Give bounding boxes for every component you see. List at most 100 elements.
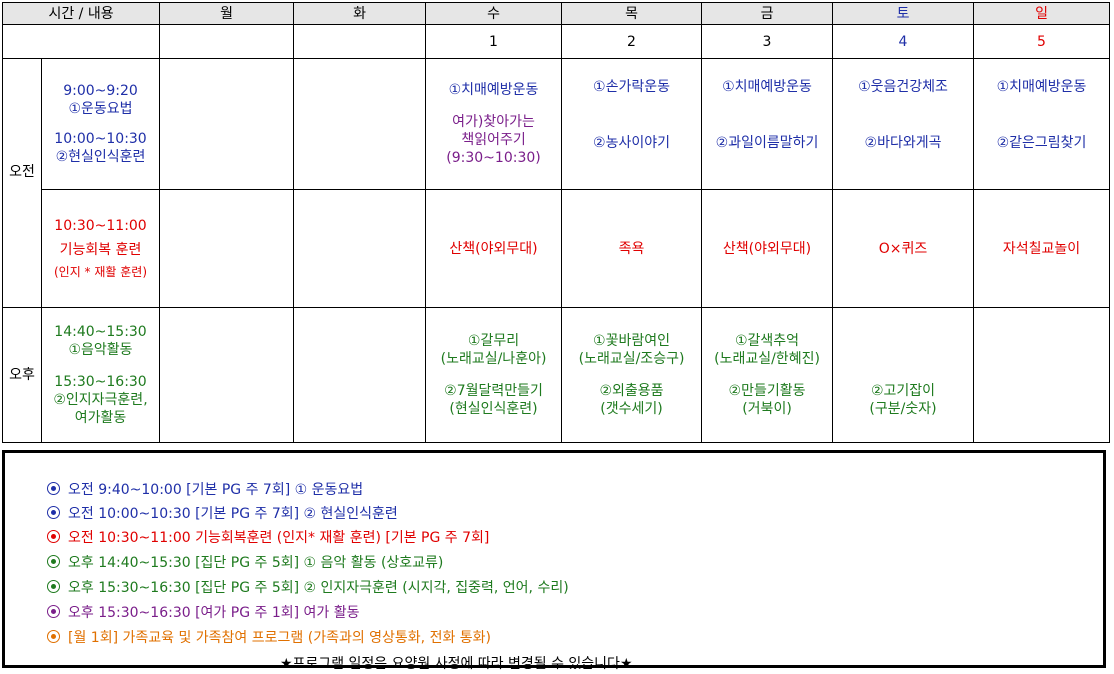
legend-item-3: 오전 10:30~11:00 기능회복훈련 (인지* 재활 훈련) [기본 PG… <box>47 527 489 547</box>
pm-fri-3: ②만들기활동 <box>728 383 806 399</box>
pm-wed: ①갈무리 (노래교실/나훈아) ②7월달력만들기 (현실인식훈련) <box>425 307 563 443</box>
am1-sun-1: ①치매예방운동 <box>996 79 1087 95</box>
pm-sat: ②고기잡이 (구분/숫자) <box>832 307 975 443</box>
pm-thu: ①꽃바람여인 (노래교실/조승구) ②외출용품 (갯수세기) <box>561 307 703 443</box>
period-am: 오전 <box>2 58 42 308</box>
am1-thu: ①손가락운동 ②농사이야기 <box>561 58 703 190</box>
am1-wed: ①치매예방운동 여가)찾아가는 책읽어주기 (9:30~10:30) <box>425 58 563 190</box>
am1-time: 9:00~9:20 ①운동요법 10:00~10:30 ②현실인식훈련 <box>40 58 161 190</box>
date-tue <box>293 24 427 59</box>
am2-time: 10:30~11:00 기능회복 훈련 (인지 * 재활 훈련) <box>40 189 161 308</box>
am2-sun: 자석칠교놀이 <box>973 189 1111 308</box>
am1-sun: ①치매예방운동 ②같은그림찾기 <box>973 58 1111 190</box>
pm-sat-1: ②고기잡이 <box>870 383 936 399</box>
legend-item-2: 오전 10:00~10:30 [기본 PG 주 7회] ② 현실인식훈련 <box>47 503 398 523</box>
legend-item-1-text: 오전 9:40~10:00 [기본 PG 주 7회] ① 운동요법 <box>68 482 364 498</box>
legend-item-5: 오후 15:30~16:30 [집단 PG 주 5회] ② 인지자극훈련 (시지… <box>47 577 569 597</box>
am2-time-2: 기능회복 훈련 <box>59 241 142 258</box>
pm-sat-2: (구분/숫자) <box>869 401 937 417</box>
date-wed: 1 <box>425 24 563 59</box>
bullet-icon <box>47 605 60 618</box>
am1-time-2: ①운동요법 <box>68 101 133 117</box>
day-sun: 일 <box>973 2 1111 25</box>
am1-tue <box>293 58 427 190</box>
day-mon: 월 <box>159 2 295 25</box>
day-thu: 목 <box>561 2 703 25</box>
time-content-header: 시간 / 내용 <box>1 2 161 25</box>
legend-item-6-text: 오후 15:30~16:30 [여가 PG 주 1회] 여가 활동 <box>68 605 360 621</box>
schedule-table: 시간 / 내용 월 화 수 목 금 토 일 1 2 3 4 5 오전 9:00~… <box>1 2 1111 443</box>
pm-thu-4: (갯수세기) <box>600 401 663 417</box>
legend-item-3-text: 오전 10:30~11:00 기능회복훈련 (인지* 재활 훈련) [기본 PG… <box>68 530 490 546</box>
pm-thu-1: ①꽃바람여인 <box>593 333 670 349</box>
am2-time-3: (인지 * 재활 훈련) <box>53 264 148 279</box>
bullet-icon <box>47 555 60 568</box>
pm-fri-2: (노래교실/한혜진) <box>714 351 820 367</box>
am2-fri: 산책(야외무대) <box>701 189 834 308</box>
day-tue: 화 <box>293 2 427 25</box>
am1-wed-1: ①치매예방운동 <box>448 82 539 98</box>
pm-time: 14:40~15:30 ①음악활동 15:30~16:30 ②인지자극훈련, 여… <box>40 307 161 443</box>
am1-fri-2: ②과일이름말하기 <box>715 135 819 151</box>
period-pm: 오후 <box>2 307 42 443</box>
pm-time-3: 15:30~16:30 <box>54 374 147 390</box>
am1-time-1: 9:00~9:20 <box>63 83 138 99</box>
am1-sat-1: ①웃음건강체조 <box>858 79 948 95</box>
pm-tue <box>293 307 427 443</box>
legend-item-7: [월 1회] 가족교육 및 가족참여 프로그램 (가족과의 영상통화, 전화 통… <box>47 627 491 647</box>
am2-mon <box>159 189 295 308</box>
schedule-change-note: ★프로그램 일정은 요양원 사정에 따라 변경될 수 있습니다★ <box>280 656 633 672</box>
date-mon <box>159 24 295 59</box>
am1-thu-1: ①손가락운동 <box>593 79 670 95</box>
pm-fri-1: ①갈색추억 <box>734 333 800 349</box>
am1-wed-4: (9:30~10:30) <box>446 150 541 166</box>
pm-wed-1: ①갈무리 <box>467 333 520 349</box>
day-fri: 금 <box>701 2 834 25</box>
bullet-icon <box>47 506 60 519</box>
legend-item-5-text: 오후 15:30~16:30 [집단 PG 주 5회] ② 인지자극훈련 (시지… <box>68 580 569 596</box>
date-row: 1 2 3 4 5 <box>1 24 1111 59</box>
am-row-1: 오전 9:00~9:20 ①운동요법 10:00~10:30 ②현실인식훈련 ①… <box>2 58 1111 308</box>
bullet-icon <box>47 530 60 543</box>
am1-time-3: 10:00~10:30 <box>54 131 147 147</box>
day-wed: 수 <box>425 2 563 25</box>
am1-wed-2: 여가)찾아가는 <box>452 114 535 130</box>
pm-time-4: ②인지자극훈련, <box>53 392 148 408</box>
am1-fri-1: ①치매예방운동 <box>722 79 812 95</box>
pm-mon <box>159 307 295 443</box>
am1-time-4: ②현실인식훈련 <box>55 149 146 165</box>
pm-time-5: 여가활동 <box>74 410 127 426</box>
am1-sat: ①웃음건강체조 ②바다와게곡 <box>832 58 975 190</box>
legend-item-2-text: 오전 10:00~10:30 [기본 PG 주 7회] ② 현실인식훈련 <box>68 506 398 522</box>
legend-box: 오전 9:40~10:00 [기본 PG 주 7회] ① 운동요법 오전 10:… <box>2 450 1106 672</box>
date-thu: 2 <box>561 24 703 59</box>
pm-time-1: 14:40~15:30 <box>54 324 147 340</box>
day-sat: 토 <box>832 2 975 25</box>
date-label-cell <box>1 24 161 59</box>
bullet-icon <box>47 630 60 643</box>
date-sun: 5 <box>973 24 1111 59</box>
am2-tue <box>293 189 427 308</box>
pm-row: 오후 14:40~15:30 ①음악활동 15:30~16:30 ②인지자극훈련… <box>2 307 1111 443</box>
legend-item-6: 오후 15:30~16:30 [여가 PG 주 1회] 여가 활동 <box>47 602 360 622</box>
legend-item-4-text: 오후 14:40~15:30 [집단 PG 주 5회] ① 음악 활동 (상호교… <box>68 555 444 571</box>
am1-sat-2: ②바다와게곡 <box>864 135 942 151</box>
bullet-icon <box>47 580 60 593</box>
legend-item-1: 오전 9:40~10:00 [기본 PG 주 7회] ① 운동요법 <box>47 479 363 499</box>
am1-wed-3: 책읽어주기 <box>461 132 526 148</box>
am2-sat: O×퀴즈 <box>832 189 975 308</box>
pm-wed-3: ②7월달력만들기 <box>444 383 543 399</box>
am1-mon <box>159 58 295 190</box>
am2-thu: 족욕 <box>561 189 703 308</box>
date-sat: 4 <box>832 24 975 59</box>
am1-thu-2: ②농사이야기 <box>593 135 670 151</box>
am1-fri: ①치매예방운동 ②과일이름말하기 <box>701 58 834 190</box>
pm-thu-3: ②외출용품 <box>599 383 664 399</box>
pm-wed-4: (현실인식훈련) <box>449 401 538 417</box>
pm-wed-2: (노래교실/나훈아) <box>440 351 547 367</box>
legend-item-7-text: [월 1회] 가족교육 및 가족참여 프로그램 (가족과의 영상통화, 전화 통… <box>68 630 492 646</box>
pm-fri: ①갈색추억 (노래교실/한혜진) ②만들기활동 (거북이) <box>701 307 834 443</box>
am2-time-1: 10:30~11:00 <box>54 217 147 234</box>
am2-wed: 산책(야외무대) <box>425 189 563 308</box>
pm-time-2: ①음악활동 <box>68 342 133 358</box>
